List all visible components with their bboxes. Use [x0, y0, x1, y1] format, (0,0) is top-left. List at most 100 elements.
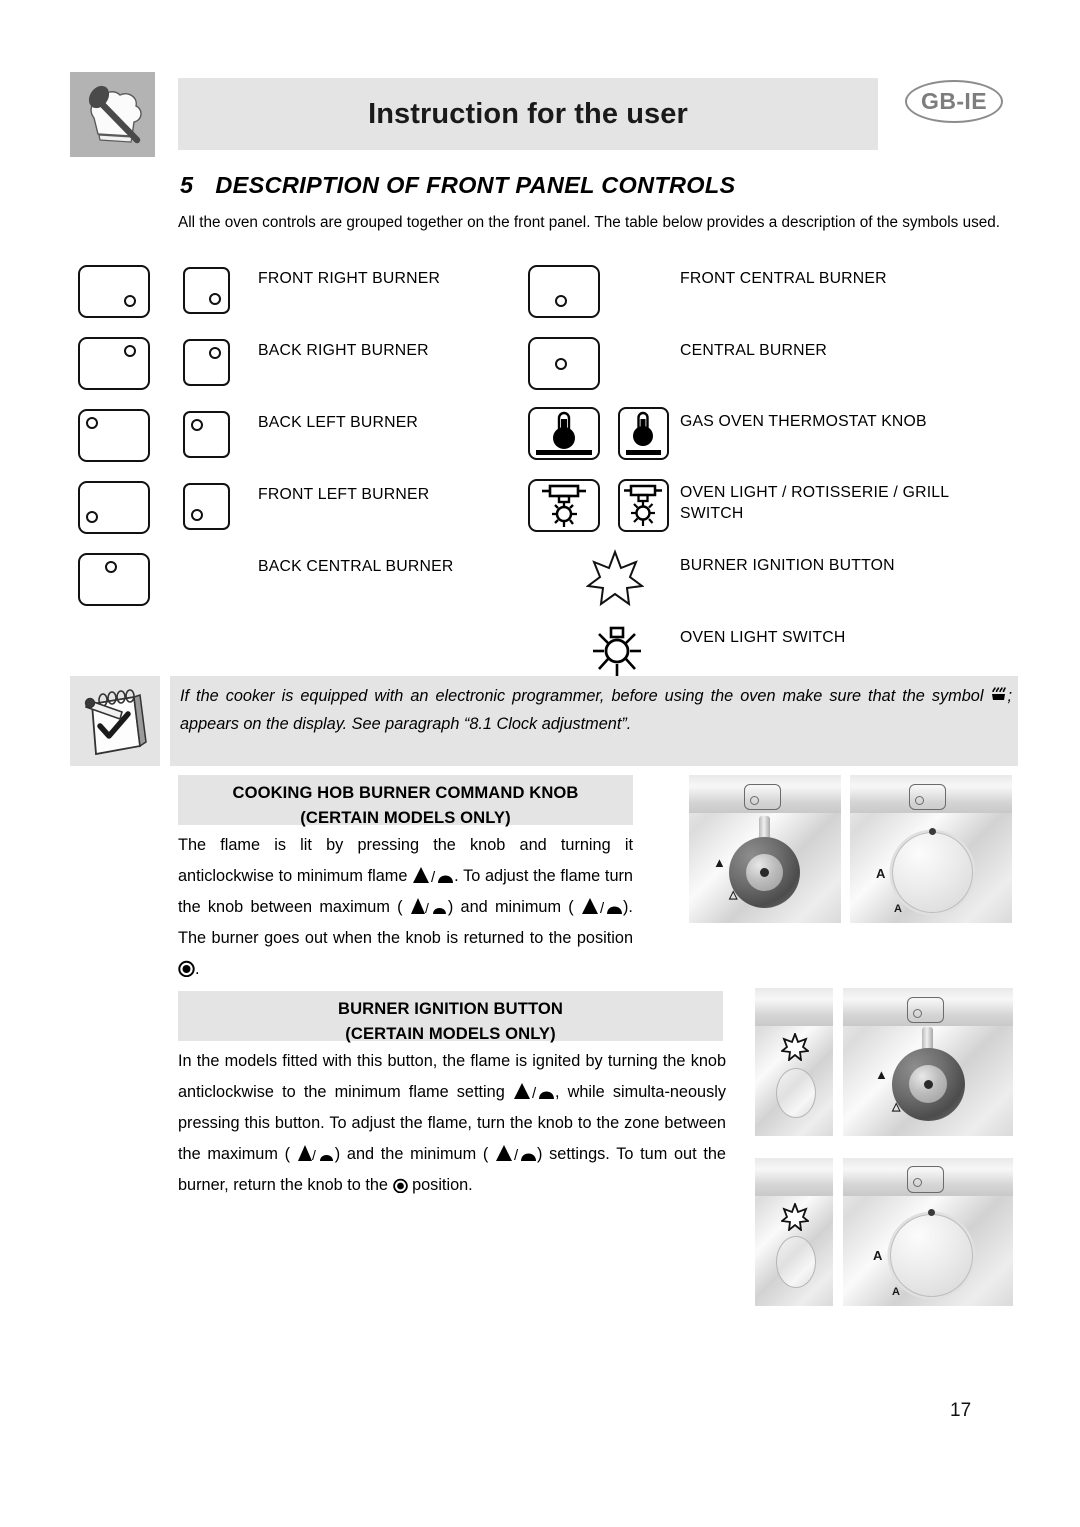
- oven-light-rotisserie-grill-icon: [528, 479, 600, 532]
- knob-position-dot: [555, 295, 567, 307]
- note-text-before: If the cooker is equipped with an electr…: [180, 687, 984, 705]
- thermostat-icon-alt: [618, 407, 669, 460]
- knob-symbol-overlay: [744, 784, 781, 810]
- hob-knob-light-photo: A A: [850, 775, 1012, 923]
- knob-position-dot: [915, 796, 924, 805]
- flame-min-mark: A: [892, 1286, 900, 1298]
- flame-min-mark: A: [894, 903, 902, 915]
- hob-p5: .: [195, 960, 200, 978]
- svg-text:/: /: [431, 869, 436, 885]
- knob-back-central-burner-icon: [78, 553, 150, 606]
- knob-position-dot: [209, 293, 221, 305]
- symbol-label-back-right-burner: BACK RIGHT BURNER: [258, 342, 429, 359]
- knob-position-dot: [86, 417, 98, 429]
- hob-p3: ) and minimum (: [447, 898, 574, 916]
- symbol-label-oven-light-rotisserie-grill: OVEN LIGHT / ROTISSERIE / GRILL SWITCH: [680, 484, 949, 522]
- ignition-button-photo-light: [755, 1158, 833, 1306]
- symbol-label-gas-oven-thermostat: GAS OVEN THERMOSTAT KNOB: [680, 413, 927, 430]
- page-number: 17: [950, 1400, 972, 1421]
- oven-light-rotisserie-grill-icon-alt: [618, 479, 669, 532]
- flame-max-mark: ▲: [713, 855, 726, 870]
- notepad-pencil-check-icon: [70, 676, 160, 766]
- knob-center-dot: [760, 868, 769, 877]
- hob-knob-heading-line1: COOKING HOB BURNER COMMAND KNOB: [232, 783, 579, 802]
- flame-min-icon: /: [412, 866, 454, 885]
- ignition-button-photo-dark: [755, 988, 833, 1136]
- knob-position-dot: [124, 295, 136, 307]
- flame-min-icon-3: /: [513, 1082, 555, 1101]
- ignition-section-heading: BURNER IGNITION BUTTON (CERTAIN MODELS O…: [178, 991, 723, 1043]
- hob-knob-dark-photo: ▲ △: [689, 775, 841, 923]
- symbol-label-back-central-burner: BACK CENTRAL BURNER: [258, 558, 454, 575]
- ignition-knob-dark-photo: ▲ △: [843, 988, 1013, 1136]
- ignition-heading-line2: (CERTAIN MODELS ONLY): [345, 1024, 556, 1043]
- panel-strip: [755, 1158, 833, 1197]
- knob-position-dot: [191, 509, 203, 521]
- flame-max-icon: /: [410, 897, 448, 916]
- knob-center-dot: [924, 1080, 933, 1089]
- sun-lamp-icon: [588, 621, 646, 679]
- spark-star-icon: [586, 549, 644, 607]
- page-title: Instruction for the user: [368, 97, 688, 130]
- knob-back-right-burner-icon: [78, 337, 150, 390]
- section-intro-text: All the oven controls are grouped togeth…: [178, 214, 1001, 231]
- symbol-label-front-left-burner: FRONT LEFT BURNER: [258, 486, 430, 503]
- symbol-label-central-burner: CENTRAL BURNER: [680, 342, 828, 359]
- spark-star-icon: [781, 1203, 809, 1231]
- knob-symbol-overlay: [907, 1166, 944, 1193]
- ign-p5: position.: [412, 1176, 473, 1194]
- flame-min-mark: △: [892, 1101, 901, 1113]
- knob-position-dot: [86, 511, 98, 523]
- hob-knob-section-paragraph: The flame is lit by pressing the knob an…: [178, 830, 633, 985]
- symbol-label-front-central-burner: FRONT CENTRAL BURNER: [680, 270, 887, 287]
- symbol-label-back-left-burner: BACK LEFT BURNER: [258, 414, 419, 431]
- language-badge: GB-IE: [905, 80, 1003, 123]
- knob-back-right-burner-icon-alt: [183, 339, 230, 386]
- section-number: 5: [180, 172, 194, 198]
- hob-knob-section-heading: COOKING HOB BURNER COMMAND KNOB (CERTAIN…: [178, 775, 633, 827]
- svg-text:/: /: [600, 900, 605, 916]
- note-text: If the cooker is equipped with an electr…: [180, 682, 1012, 738]
- knob-position-dot: [913, 1178, 922, 1187]
- knob-symbol-overlay: [909, 784, 946, 810]
- knob-front-left-burner-icon-alt: [183, 483, 230, 530]
- ignition-push-button[interactable]: [776, 1068, 816, 1118]
- off-position-icon-2: [392, 1178, 408, 1193]
- flame-min-icon-4: /: [495, 1144, 537, 1163]
- svg-text:/: /: [514, 1147, 519, 1163]
- knob-face: [890, 1214, 973, 1297]
- flame-max-mark: A: [876, 866, 886, 881]
- flame-display-icon: [990, 686, 1007, 703]
- panel-strip: [755, 988, 833, 1027]
- knob-back-left-burner-icon-alt: [183, 411, 230, 458]
- ign-p3: ) and the minimum (: [334, 1145, 489, 1163]
- page-header: Instruction for the user GB-IE: [0, 0, 1080, 160]
- spark-star-icon: [781, 1033, 809, 1061]
- svg-text:/: /: [425, 900, 429, 916]
- ignition-knob-light-photo: A A: [843, 1158, 1013, 1306]
- symbol-label-front-right-burner: FRONT RIGHT BURNER: [258, 270, 441, 287]
- knob-position-dot: [105, 561, 117, 573]
- knob-front-left-burner-icon: [78, 481, 150, 534]
- knob-position-dot: [209, 347, 221, 359]
- knob-central-burner-icon: [528, 337, 600, 390]
- symbol-label-oven-light-switch: OVEN LIGHT SWITCH: [680, 629, 846, 646]
- flame-max-mark: A: [873, 1248, 883, 1263]
- knob-index-dot: [928, 1209, 935, 1216]
- knob-index-dot: [929, 828, 936, 835]
- flame-max-icon-2: /: [297, 1144, 335, 1163]
- flame-min-icon-2: /: [581, 897, 623, 916]
- svg-text:/: /: [532, 1085, 537, 1101]
- ignition-heading-line1: BURNER IGNITION BUTTON: [338, 999, 563, 1018]
- knob-position-dot: [750, 796, 759, 805]
- knob-face: [892, 832, 973, 913]
- chef-hat-spoon-icon: [70, 72, 155, 157]
- knob-front-central-burner-icon: [528, 265, 600, 318]
- hob-knob-heading-line2: (CERTAIN MODELS ONLY): [300, 808, 511, 827]
- knob-position-dot: [191, 419, 203, 431]
- thermostat-icon: [528, 407, 600, 460]
- knob-position-dot: [913, 1009, 922, 1018]
- ignition-push-button[interactable]: [776, 1236, 816, 1288]
- section-heading: 5 DESCRIPTION OF FRONT PANEL CONTROLS: [180, 172, 736, 199]
- knob-position-dot: [555, 358, 567, 370]
